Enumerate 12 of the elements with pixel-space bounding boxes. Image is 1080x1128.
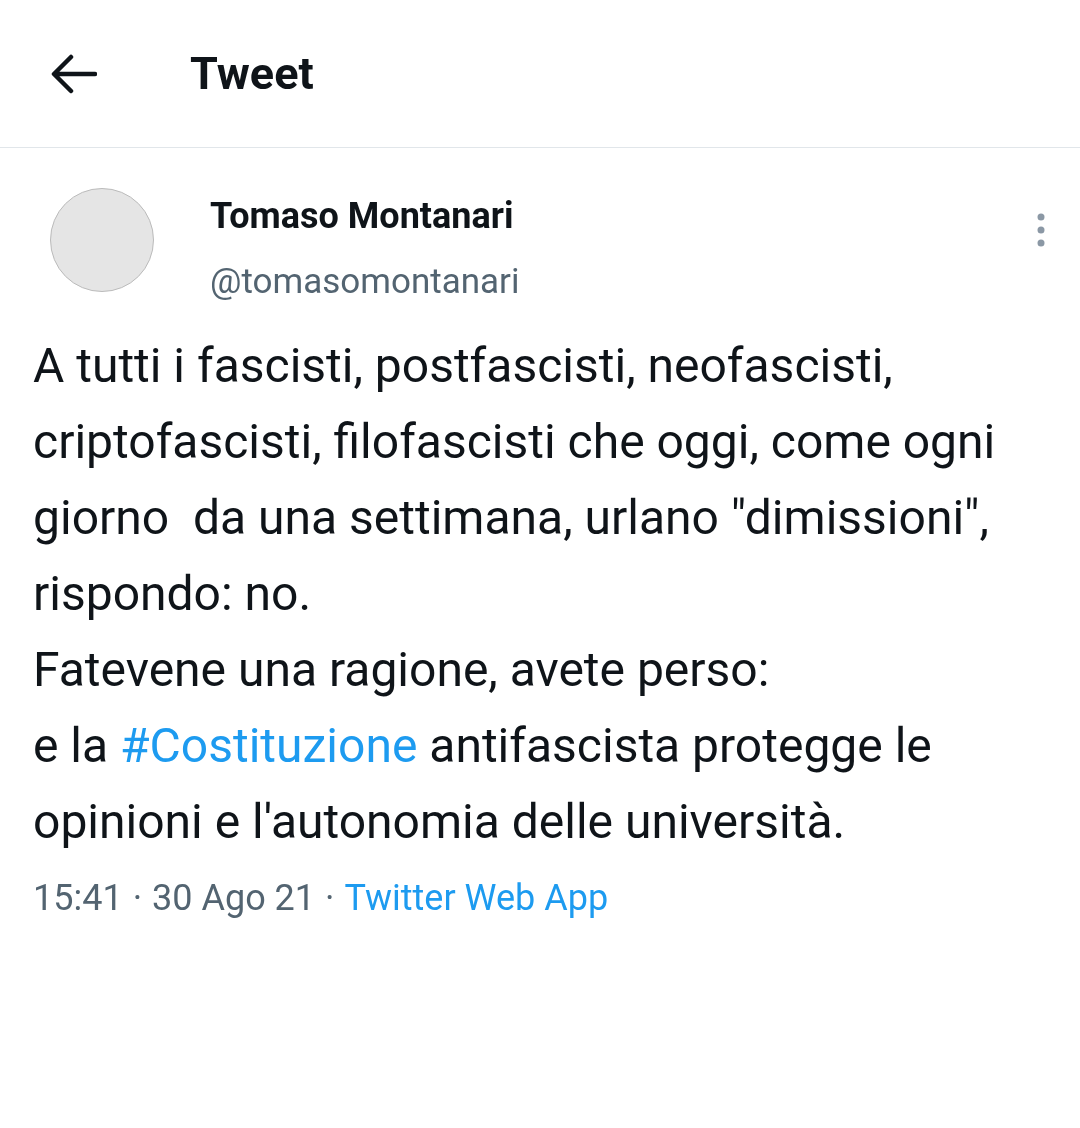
tweet-text: A tutti i fascisti, postfascisti, neofascisti, criptofascisti, filofascisti che oggi, come ogni giorno da una settimana, urlano "dimissioni", rispondo: no. Fatevene una ragione, avete perso: e la #Costituzione antifascista protegge le opinioni e l'autonomia delle università. (33, 336, 997, 852)
back-arrow-icon (51, 53, 97, 94)
page-title: Tweet (190, 45, 314, 102)
tweet-time: 15:41 (33, 876, 123, 921)
tweet-date: 30 Ago 21 (152, 876, 316, 921)
separator: · (132, 876, 143, 921)
separator: · (325, 876, 335, 921)
source-link[interactable]: Twitter Web App (344, 874, 609, 922)
author-handle: @tomasomontanari (210, 260, 520, 304)
vertical-dots-icon (1037, 213, 1045, 247)
hashtag-link[interactable]: #Costituzione (120, 717, 418, 774)
author-name: Tomaso Montanari (210, 194, 515, 239)
